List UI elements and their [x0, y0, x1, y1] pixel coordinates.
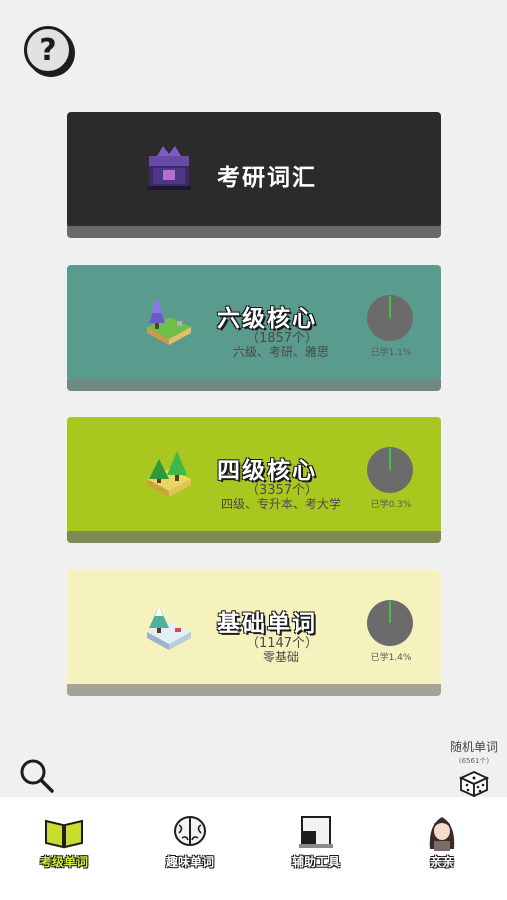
avatar-icon: [429, 817, 455, 851]
card-shelf: [67, 379, 441, 391]
card-title: 考研词汇: [217, 165, 317, 191]
tab-tools[interactable]: 辅助工具: [266, 813, 366, 870]
progress-pie: [367, 447, 413, 493]
wordbook-card-cet4[interactable]: 四级核心 （3357个） 四级、专升本、考大学 已学0.3%: [67, 417, 441, 543]
help-button[interactable]: ?: [24, 26, 72, 74]
tab-fun-words[interactable]: 趣味单词: [140, 813, 240, 870]
tool-icon: [299, 816, 333, 848]
random-word-count: (6561个): [458, 757, 490, 765]
card-shelf: [67, 531, 441, 543]
random-word-button[interactable]: 随机单词 (6561个): [444, 738, 504, 798]
wordbook-card-basic[interactable]: 基础单词 （1147个） 零基础 已学1.4%: [67, 570, 441, 696]
brain-icon: [174, 816, 206, 846]
search-icon[interactable]: [18, 757, 56, 795]
bottom-tab-bar: 考级单词 趣味单词 辅助工具 亲亲: [0, 797, 507, 900]
card-tags: 零基础: [262, 650, 299, 664]
tab-exam-words[interactable]: 考级单词: [14, 813, 114, 870]
card-shelf: [67, 226, 441, 238]
treasure-chest-icon: [147, 146, 191, 190]
tab-label: 亲亲: [429, 855, 454, 869]
dice-icon: [458, 771, 490, 798]
random-word-label: 随机单词: [449, 740, 498, 754]
tab-profile[interactable]: 亲亲: [392, 813, 492, 870]
forest-island-icon: [147, 297, 191, 345]
snow-island-icon: [147, 606, 191, 650]
card-shelf: [67, 684, 441, 696]
progress-label: 已学1.1%: [370, 348, 412, 358]
progress-label: 已学1.4%: [370, 653, 412, 663]
tree-island-icon: [147, 451, 191, 497]
book-icon: [45, 819, 83, 849]
wordbook-card-kaoyan[interactable]: 考研词汇: [67, 112, 441, 238]
card-tags: 四级、专升本、考大学: [220, 497, 341, 511]
tab-label: 趣味单词: [165, 855, 214, 869]
progress-label: 已学0.3%: [370, 500, 412, 510]
progress-pie: [367, 295, 413, 341]
tab-label: 辅助工具: [291, 855, 340, 869]
progress-pie: [367, 600, 413, 646]
question-icon: ?: [39, 32, 57, 68]
wordbook-card-cet6[interactable]: 六级核心 （1857个） 六级、考研、雅思 已学1.1%: [67, 265, 441, 391]
tab-label: 考级单词: [39, 855, 88, 869]
card-tags: 六级、考研、雅思: [232, 345, 329, 359]
